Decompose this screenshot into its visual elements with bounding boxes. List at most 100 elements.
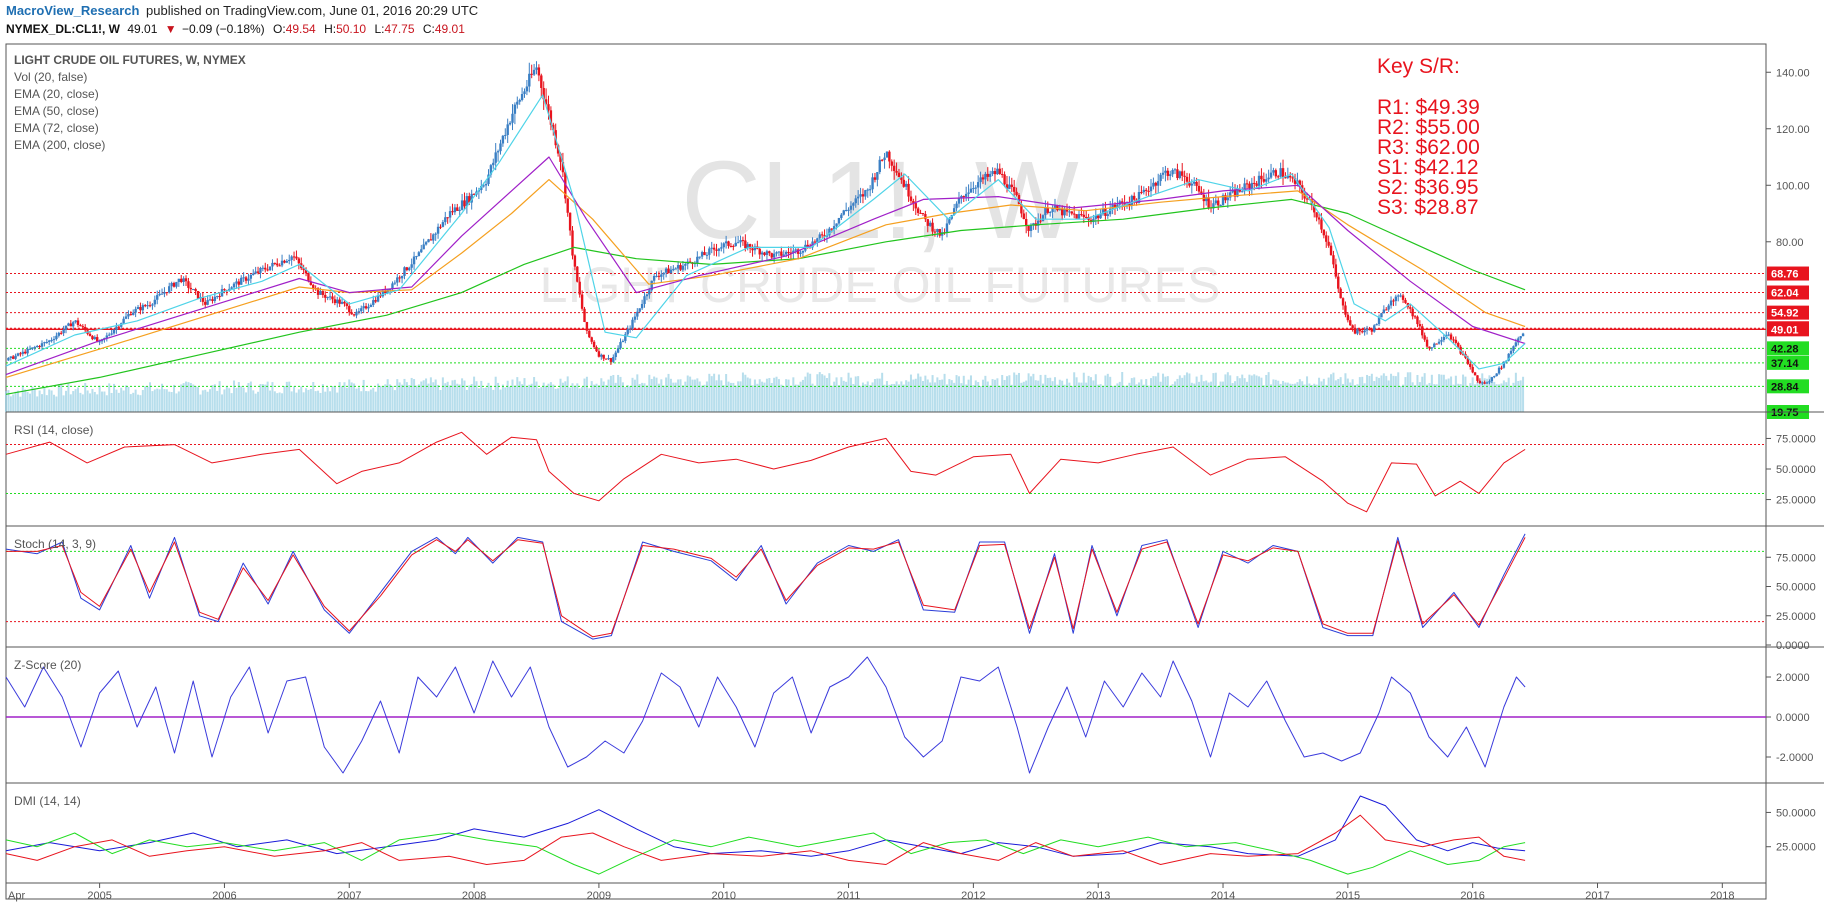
- candle-body: [631, 319, 634, 329]
- volume-bar: [528, 384, 531, 412]
- candle-body: [1452, 339, 1455, 341]
- candle-body: [712, 247, 716, 250]
- candle-body: [360, 308, 363, 312]
- candle-body: [616, 348, 620, 353]
- volume-bar: [794, 384, 797, 412]
- volume-bar: [1306, 376, 1309, 412]
- volume-bar: [902, 384, 905, 412]
- volume-bar: [957, 376, 960, 412]
- candle-body: [105, 335, 109, 338]
- key-sr-title: Key S/R:: [1377, 55, 1460, 78]
- volume-bar: [1015, 374, 1018, 412]
- volume-bar: [878, 378, 881, 412]
- candle-body: [424, 242, 428, 245]
- volume-bar: [189, 382, 192, 412]
- candle-body: [672, 269, 675, 271]
- volume-bar: [1282, 380, 1285, 412]
- candle-body: [312, 284, 315, 289]
- low-value: 47.75: [384, 22, 414, 36]
- candle-body: [847, 209, 850, 211]
- candle-body: [588, 330, 591, 338]
- volume-bar: [324, 391, 327, 412]
- candle-body: [729, 245, 733, 247]
- candle-body: [669, 269, 673, 274]
- volume-bar: [1394, 376, 1397, 412]
- volume-bar: [1522, 376, 1525, 412]
- volume-bar: [482, 387, 485, 412]
- candle-body: [139, 307, 142, 311]
- volume-bar: [1183, 375, 1186, 412]
- candle-body: [955, 203, 958, 209]
- candle-body: [1289, 175, 1292, 178]
- volume-bar: [295, 392, 298, 412]
- candle-body: [876, 172, 879, 180]
- trading-chart[interactable]: MacroView_Research published on TradingV…: [0, 0, 1824, 908]
- volume-bar: [463, 380, 466, 412]
- legend-ema72[interactable]: EMA (72, close): [14, 121, 99, 135]
- volume-bar: [722, 385, 725, 412]
- volume-bar: [60, 383, 63, 412]
- volume-bar: [1510, 385, 1513, 412]
- candle-body: [67, 323, 70, 326]
- volume-bar: [1212, 373, 1215, 412]
- candle-body: [1012, 186, 1016, 192]
- volume-bar: [1310, 385, 1313, 412]
- volume-bar: [1073, 372, 1076, 412]
- candle-body: [436, 226, 440, 234]
- candle-body: [873, 177, 877, 180]
- volume-bar: [1469, 383, 1472, 412]
- volume-bar: [1452, 384, 1455, 412]
- volume-bar: [247, 383, 250, 412]
- candle-body: [340, 301, 344, 304]
- volume-bar: [1363, 383, 1366, 412]
- candle-body: [861, 194, 865, 197]
- volume-bar: [710, 376, 713, 412]
- candle-body: [26, 348, 29, 354]
- candle-body: [864, 190, 867, 197]
- legend-ema20[interactable]: EMA (20, close): [14, 87, 99, 101]
- candle-body: [163, 292, 166, 294]
- volume-bar: [53, 394, 56, 412]
- volume-bar: [1339, 377, 1342, 412]
- volume-bar: [960, 383, 963, 412]
- volume-bar: [1010, 384, 1013, 412]
- volume-bar: [813, 385, 816, 412]
- legend-vol[interactable]: Vol (20, false): [14, 70, 87, 84]
- candle-body: [1000, 173, 1004, 175]
- legend-ema200[interactable]: EMA (200, close): [14, 138, 105, 152]
- volume-bar: [257, 391, 260, 412]
- candle-body: [187, 281, 190, 288]
- volume-bar: [341, 386, 344, 412]
- volume-bar: [158, 389, 161, 412]
- volume-bar: [377, 383, 380, 412]
- volume-bar: [336, 392, 339, 412]
- candle-body: [285, 260, 289, 263]
- legend-ema50[interactable]: EMA (50, close): [14, 104, 99, 118]
- indicator-tick-label: 0.0000: [1776, 640, 1810, 652]
- volume-bar: [537, 388, 540, 412]
- candle-body: [321, 291, 325, 295]
- volume-bar: [458, 384, 461, 412]
- volume-bar: [410, 377, 413, 412]
- price-tick-label: 100.00: [1776, 180, 1810, 192]
- candle-body: [204, 301, 207, 305]
- volume-bar: [98, 385, 101, 412]
- volume-bar: [1150, 378, 1153, 412]
- candle-body: [184, 278, 188, 282]
- volume-bar: [360, 391, 363, 412]
- candle-body: [1157, 181, 1160, 186]
- volume-bar: [804, 376, 807, 412]
- candle-body: [1171, 170, 1174, 175]
- volume-bar: [763, 382, 766, 412]
- volume-bar: [1154, 376, 1157, 412]
- author-link[interactable]: MacroView_Research: [6, 3, 140, 18]
- candle-body: [1077, 214, 1081, 219]
- volume-bar: [552, 384, 555, 412]
- volume-bar: [1274, 379, 1277, 412]
- candle-body: [1133, 195, 1136, 200]
- candle-body: [439, 226, 442, 228]
- time-tick-label: 2016: [1460, 890, 1484, 902]
- candle-body: [12, 356, 15, 359]
- volume-bar: [1466, 385, 1469, 412]
- volume-bar: [741, 372, 744, 412]
